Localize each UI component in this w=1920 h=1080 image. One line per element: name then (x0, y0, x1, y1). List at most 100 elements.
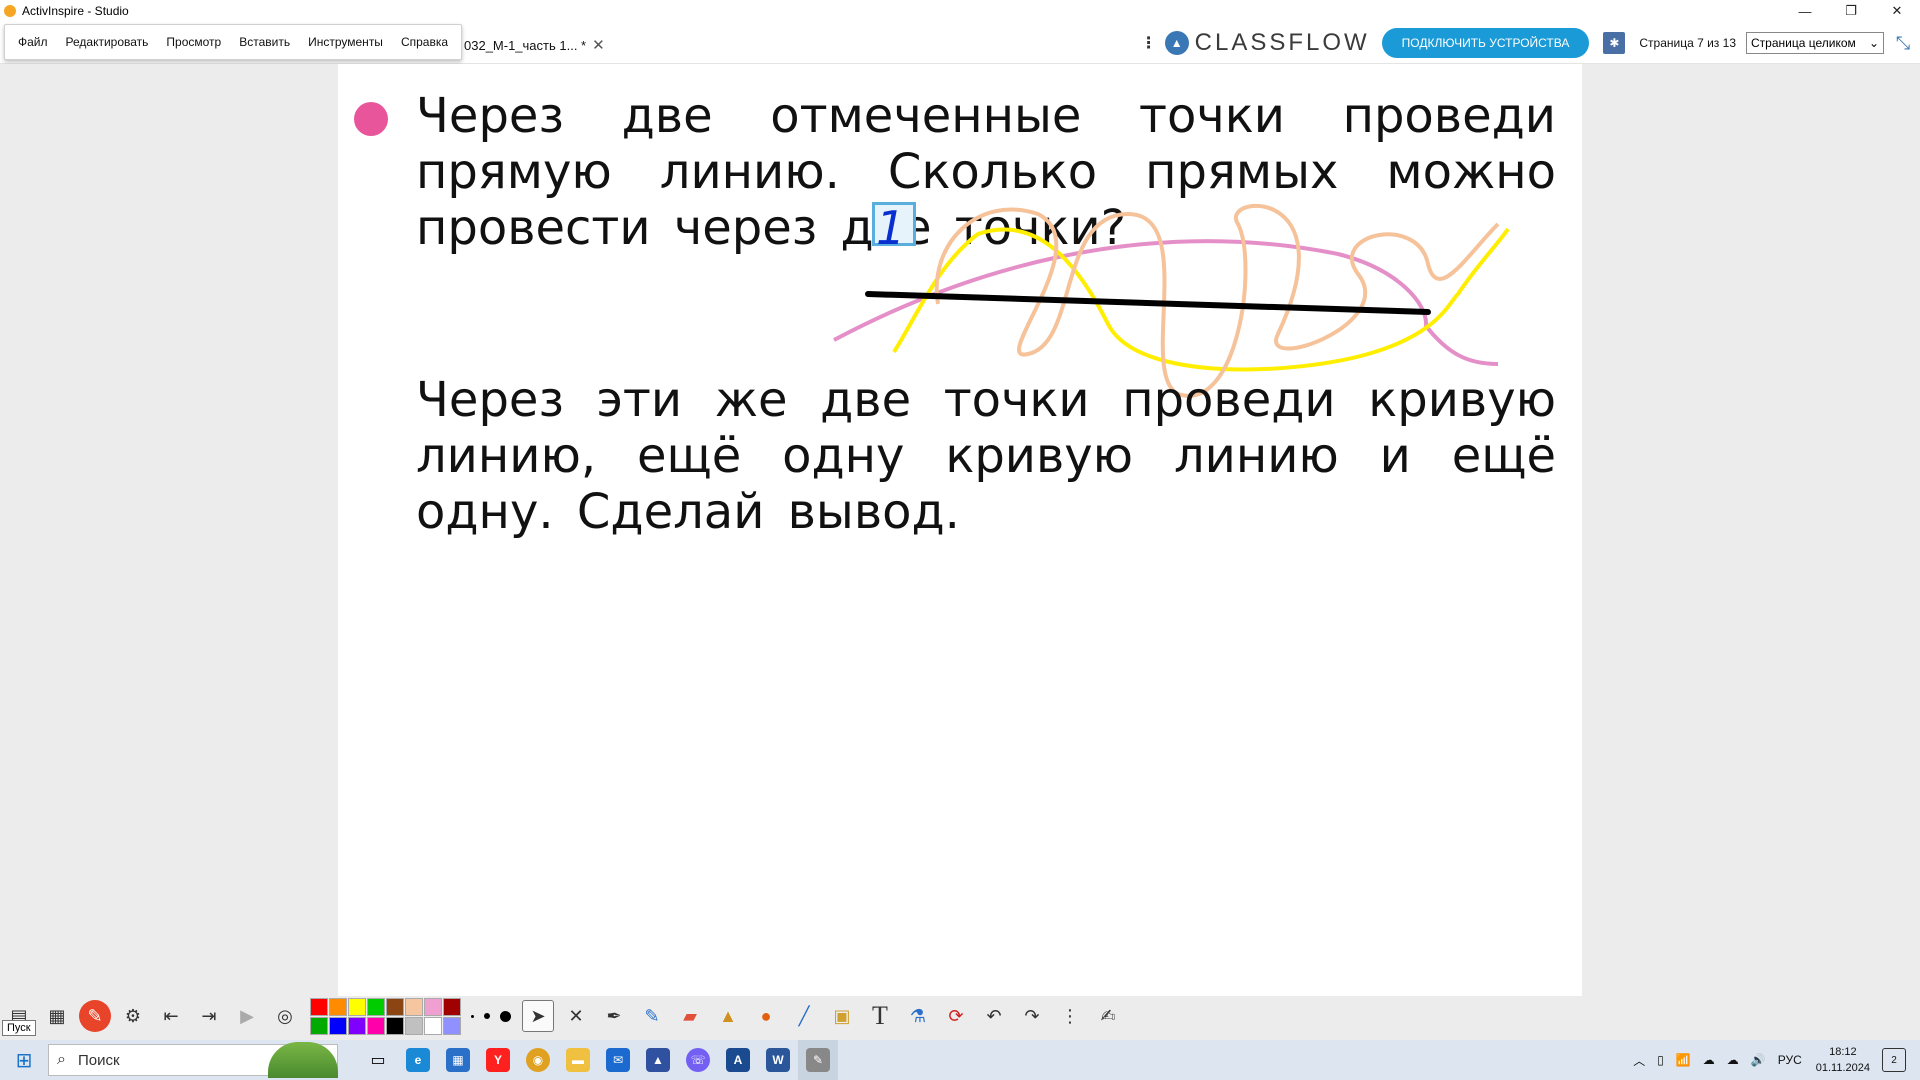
chevron-up-icon[interactable]: ︿ (1633, 1052, 1645, 1069)
next-page-icon[interactable]: ⇥ (193, 1000, 225, 1032)
swatch-red[interactable] (310, 997, 328, 1016)
close-window-button[interactable]: ✕ (1874, 0, 1920, 22)
previous-page-icon[interactable]: ⇤ (155, 1000, 187, 1032)
network-icon[interactable]: 📶 (1676, 1053, 1691, 1067)
menu-tools[interactable]: Инструменты (299, 35, 392, 49)
swatch-brown[interactable] (386, 997, 404, 1016)
fill-tool-icon[interactable]: ▲ (712, 1000, 744, 1032)
page-count: Страница 7 из 13 (1639, 36, 1736, 50)
shape-tool-icon[interactable]: ● (750, 1000, 782, 1032)
file-explorer-icon[interactable]: ▬ (558, 1040, 598, 1080)
clock[interactable]: 18:12 01.11.2024 (1816, 1044, 1870, 1076)
onedrive-icon[interactable]: ☁ (1727, 1053, 1739, 1067)
arrow-app-icon[interactable]: A (718, 1040, 758, 1080)
battery-icon[interactable]: ▯ (1657, 1053, 1664, 1067)
menu-view[interactable]: Просмотр (157, 35, 230, 49)
width-medium[interactable] (484, 1013, 490, 1019)
menu-insert[interactable]: Вставить (230, 35, 299, 49)
redo-icon[interactable]: ↷ (1016, 1000, 1048, 1032)
undo-icon[interactable]: ↶ (978, 1000, 1010, 1032)
desktop-annotate-icon[interactable]: ◎ (269, 1000, 301, 1032)
switch-profile-icon[interactable]: ⚙ (117, 1000, 149, 1032)
swatch-peach[interactable] (405, 997, 423, 1016)
highlighter-icon[interactable]: ✎ (636, 1000, 668, 1032)
volume-icon[interactable]: 🔊 (1751, 1053, 1766, 1067)
swatch-purple[interactable] (348, 1016, 366, 1035)
swatch-pink[interactable] (424, 997, 442, 1016)
design-mode-icon[interactable]: ✍ (1092, 1000, 1124, 1032)
task-view-icon[interactable]: ▭ (358, 1040, 398, 1080)
eraser-icon[interactable]: ▰ (674, 1000, 706, 1032)
swatch-gray[interactable] (405, 1016, 423, 1035)
chrome-icon[interactable]: ◉ (518, 1040, 558, 1080)
search-icon: ⌕ (57, 1051, 66, 1068)
cloud-icon[interactable]: ☁ (1703, 1053, 1715, 1067)
swatch-darkgreen[interactable] (310, 1016, 328, 1035)
edge-icon[interactable]: e (398, 1040, 438, 1080)
tools-icon[interactable]: ✕ (560, 1000, 592, 1032)
zoom-select[interactable]: Страница целиком ⌄ (1746, 32, 1884, 54)
width-small[interactable] (471, 1014, 474, 1018)
swatch-orange[interactable] (329, 997, 347, 1016)
pen-tool-icon[interactable]: ✒ (598, 1000, 630, 1032)
text-tool-icon[interactable]: T (864, 1000, 896, 1032)
page-sorter-icon[interactable]: ✱ (1603, 32, 1626, 54)
clear-icon[interactable]: ⚗ (902, 1000, 934, 1032)
swatch-green[interactable] (367, 997, 385, 1016)
swatch-black[interactable] (386, 1016, 404, 1035)
connector-tool-icon[interactable]: ╱ (788, 1000, 820, 1032)
select-tool-icon[interactable]: ➤ (522, 1000, 554, 1032)
restore-button[interactable]: ❐ (1828, 0, 1874, 22)
browsers-icon[interactable]: ▦ (41, 1000, 73, 1032)
swatch-magenta[interactable] (367, 1016, 385, 1035)
windows-start-icon[interactable]: ⊞ (0, 1040, 48, 1080)
ink-answer: 1 (876, 201, 905, 255)
swatch-darkred[interactable] (443, 997, 461, 1016)
word-icon[interactable]: W (758, 1040, 798, 1080)
swatch-yellow[interactable] (348, 997, 366, 1016)
flipchart-page[interactable]: Через две отмеченные точки проведи пряму… (338, 64, 1582, 996)
menu-bar: Файл Редактировать Просмотр Вставить Инс… (0, 22, 1920, 64)
canvas-area: Через две отмеченные точки проведи пряму… (0, 64, 1920, 996)
zoom-value: Страница целиком (1751, 36, 1856, 50)
main-toolbar: ▤ ▦ ✎ ⚙ ⇤ ⇥ ▶ ◎ ➤ ✕ ✒ ✎ ▰ ▲ ● ╱ ▣ T ⚗ ⟳ … (0, 996, 1920, 1036)
windows-taskbar: ⊞ ⌕ Поиск ▭ e ▦ Y ◉ ▬ ✉ ▲ ☏ A W ✎ ︿ ▯ 📶 … (0, 1040, 1920, 1080)
toolbar-more-icon[interactable]: ⋮ (1054, 1000, 1086, 1032)
yandex-icon[interactable]: Y (478, 1040, 518, 1080)
ink-straight-line (865, 291, 1431, 315)
color-palette (310, 997, 461, 1035)
menu-edit[interactable]: Редактировать (57, 35, 158, 49)
width-large[interactable] (500, 1010, 511, 1022)
photos-icon[interactable]: ▲ (638, 1040, 678, 1080)
store-icon[interactable]: ▦ (438, 1040, 478, 1080)
viber-icon[interactable]: ☏ (678, 1040, 718, 1080)
main-menu: Файл Редактировать Просмотр Вставить Инс… (4, 24, 463, 60)
window-title: ActivInspire - Studio (22, 4, 129, 18)
classflow-logo: CLASSFLOW (1194, 29, 1370, 56)
clip-tool-icon[interactable]: ▣ (826, 1000, 858, 1032)
clock-time: 18:12 (1829, 1046, 1857, 1058)
minimize-button[interactable]: — (1782, 0, 1828, 22)
notifications-icon[interactable]: 2 (1882, 1048, 1906, 1072)
swatch-lavender[interactable] (443, 1016, 461, 1035)
play-icon[interactable]: ▶ (231, 1000, 263, 1032)
connect-devices-button[interactable]: ПОДКЛЮЧИТЬ УСТРОЙСТВА (1381, 28, 1590, 58)
swatch-blue[interactable] (329, 1016, 347, 1035)
menu-file[interactable]: Файл (9, 35, 57, 49)
clock-date: 01.11.2024 (1815, 1062, 1870, 1074)
more-options-icon[interactable]: ⋮ (1141, 33, 1157, 53)
activinspire-app-icon[interactable]: ✎ (79, 1000, 111, 1032)
menu-help[interactable]: Справка (392, 35, 457, 49)
search-placeholder: Поиск (77, 1051, 120, 1069)
classflow-rocket-icon: ▲ (1164, 31, 1189, 55)
language-indicator[interactable]: РУС (1778, 1053, 1802, 1067)
activinspire-taskbar-icon[interactable]: ✎ (798, 1040, 838, 1080)
mail-icon[interactable]: ✉ (598, 1040, 638, 1080)
document-tab-label: 032_М-1_часть 1... * (464, 37, 587, 53)
swatch-white[interactable] (424, 1016, 442, 1035)
start-tooltip: Пуск (2, 1020, 36, 1036)
document-tab[interactable]: 032_М-1_часть 1... * ✕ (464, 30, 605, 60)
reset-page-icon[interactable]: ⟳ (940, 1000, 972, 1032)
close-tab-icon[interactable]: ✕ (592, 36, 605, 54)
fullscreen-icon[interactable]: ⤡ (1892, 32, 1914, 54)
